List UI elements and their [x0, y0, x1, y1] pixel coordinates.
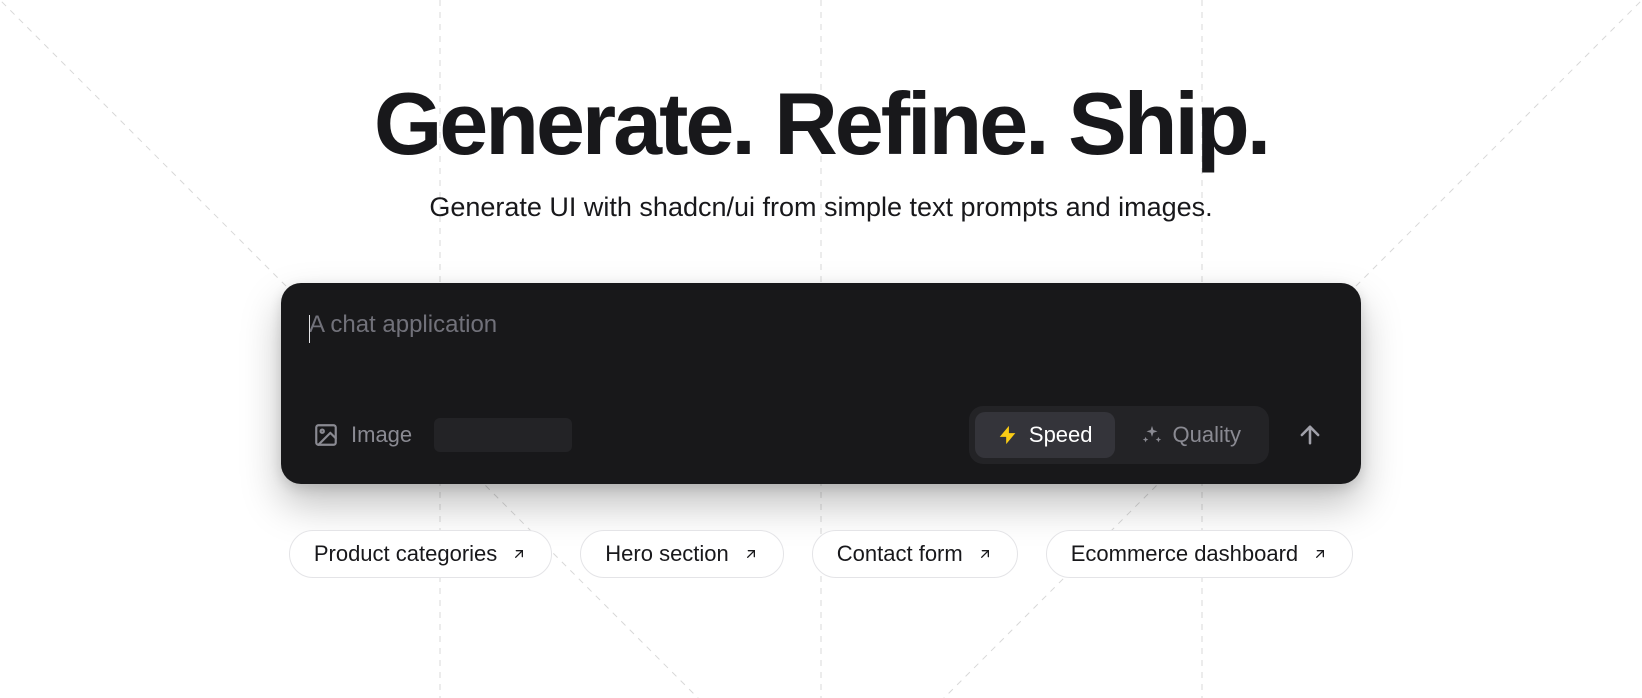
arrow-up-right-icon	[511, 546, 527, 562]
image-icon	[313, 422, 339, 448]
text-caret	[309, 315, 310, 343]
mode-quality-button[interactable]: Quality	[1119, 412, 1263, 458]
suggestion-chips: Product categories Hero section Contact …	[289, 530, 1353, 578]
chip-label: Contact form	[837, 541, 963, 567]
arrow-up-right-icon	[743, 546, 759, 562]
attach-image-label: Image	[351, 422, 412, 448]
arrow-up-right-icon	[1312, 546, 1328, 562]
chip-label: Ecommerce dashboard	[1071, 541, 1298, 567]
mode-toggle: Speed Quality	[969, 406, 1269, 464]
chip-contact-form[interactable]: Contact form	[812, 530, 1018, 578]
page-headline: Generate. Refine. Ship.	[374, 78, 1268, 170]
arrow-up-right-icon	[977, 546, 993, 562]
chip-product-categories[interactable]: Product categories	[289, 530, 552, 578]
arrow-up-icon	[1296, 421, 1324, 449]
bolt-icon	[997, 424, 1019, 446]
prompt-input[interactable]	[309, 311, 1333, 381]
chip-ecommerce-dashboard[interactable]: Ecommerce dashboard	[1046, 530, 1353, 578]
submit-button[interactable]	[1287, 412, 1333, 458]
page-subhead: Generate UI with shadcn/ui from simple t…	[429, 192, 1212, 223]
chip-label: Product categories	[314, 541, 497, 567]
chip-label: Hero section	[605, 541, 729, 567]
chip-hero-section[interactable]: Hero section	[580, 530, 784, 578]
mode-speed-button[interactable]: Speed	[975, 412, 1115, 458]
secondary-control-placeholder[interactable]	[434, 418, 572, 452]
mode-quality-label: Quality	[1173, 422, 1241, 448]
attach-image-button[interactable]: Image	[309, 416, 416, 454]
mode-speed-label: Speed	[1029, 422, 1093, 448]
prompt-card: Image Speed Quality	[281, 283, 1361, 484]
sparkles-icon	[1141, 424, 1163, 446]
